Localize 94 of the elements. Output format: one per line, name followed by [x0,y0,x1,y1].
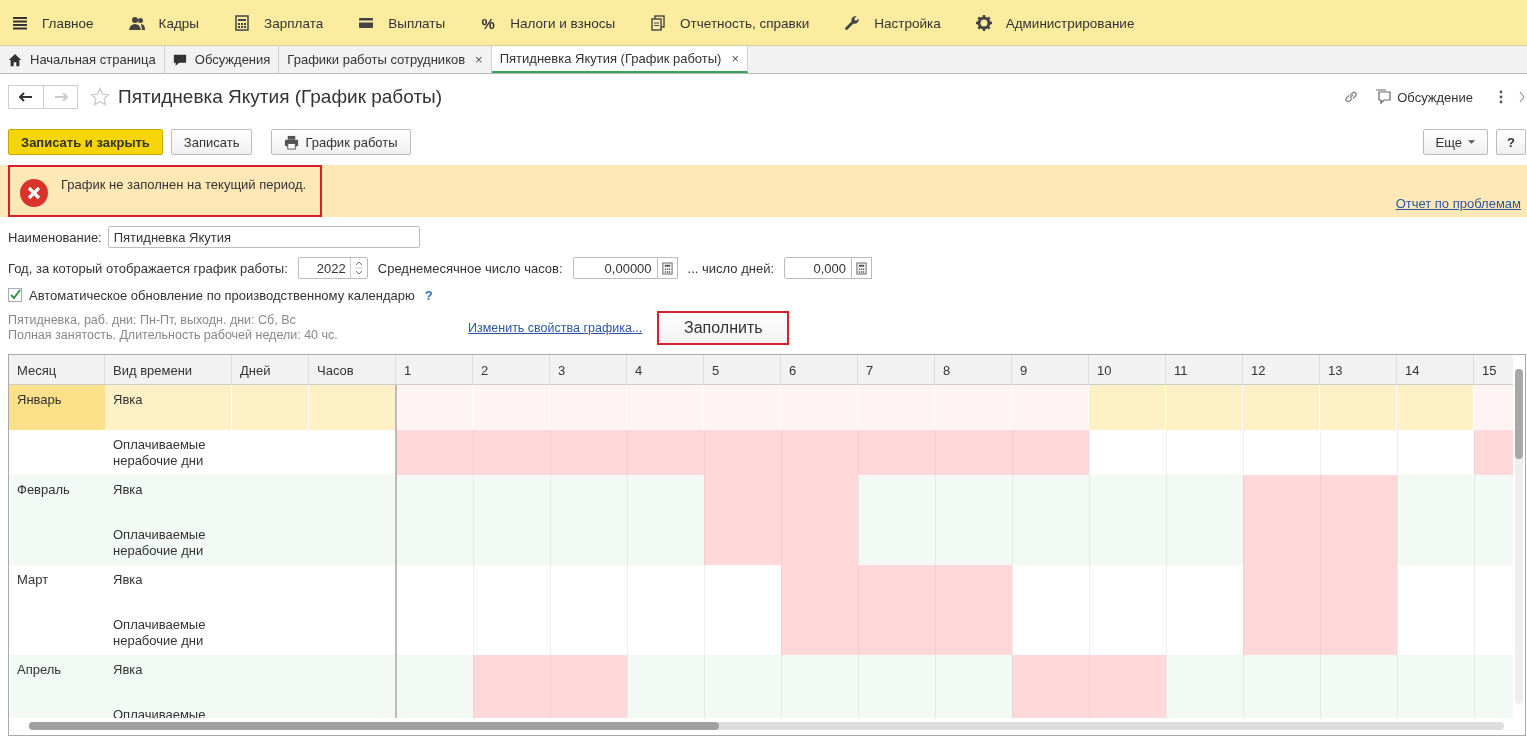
table-cell[interactable]: Март [9,565,105,610]
column-header[interactable]: 7 [858,355,935,385]
star-icon[interactable] [90,87,110,107]
menu-item[interactable]: Зарплата [234,15,324,31]
more-button[interactable]: Еще [1422,129,1488,155]
column-header[interactable]: 4 [627,355,704,385]
documents-icon [650,15,667,31]
table-cell[interactable]: Январь [9,385,105,430]
tab[interactable]: Графики работы сотрудников × [279,46,492,73]
menu-item[interactable]: Отчетность, справки [650,15,810,31]
chevron-right-icon[interactable] [1519,91,1525,103]
fill-button[interactable]: Заполнить [657,311,790,345]
table-cell-text: Оплачиваемые нерабочие дни [112,616,207,650]
hours-field[interactable]: 0,00000 [572,257,658,279]
more-icon[interactable] [1499,90,1503,104]
caret-icon [1468,140,1475,144]
toolbar-button[interactable]: График работы [271,129,411,155]
toolbar-button[interactable]: Записать [170,129,253,155]
column-header[interactable]: Часов [309,355,396,385]
calculator-button[interactable] [852,257,872,279]
table-cell-text: Явка [112,481,144,499]
menu-item[interactable]: Настройка [844,15,941,31]
left-arrow-icon [19,92,33,102]
back-button[interactable] [8,85,44,109]
tab[interactable]: Начальная страница [0,46,165,73]
column-header[interactable]: 12 [1243,355,1320,385]
report-link[interactable]: Отчет по проблемам [1395,196,1521,211]
column-header[interactable]: Вид времени [105,355,232,385]
column-header[interactable]: 10 [1089,355,1166,385]
column-header[interactable]: 13 [1320,355,1397,385]
menu-item[interactable]: % Налоги и взносы [480,14,616,32]
wrench-icon [844,15,861,31]
card-icon [358,15,375,31]
field-label: Среднемесячное число часов: [377,260,563,276]
field-label: Наименование: [8,229,102,245]
column-header[interactable]: 9 [1012,355,1089,385]
chat-icon [172,52,187,67]
schedule-description: Пятидневка, раб. дни: Пн-Пт, выходн. дни: Сб, Вс [8,313,296,328]
table-cell-text: Оплачиваемые нерабочие дни [112,526,207,560]
change-properties-link[interactable]: Изменить свойства графика... [468,321,643,335]
people-icon [128,15,145,31]
gear-icon [975,15,992,31]
horizontal-scrollbar[interactable] [29,722,1504,730]
column-header[interactable]: 1 [396,355,473,385]
table-cell: Явка [105,385,232,430]
column-header[interactable]: 5 [704,355,781,385]
column-header[interactable]: Дней [232,355,309,385]
column-header[interactable]: Месяц [9,355,105,385]
message-text: График не заполнен на текущий период. [61,177,307,192]
checkbox[interactable] [8,288,22,302]
home-icon [8,52,22,67]
chat-icon [1375,89,1392,105]
menu-item[interactable]: Главное [12,15,94,31]
menu-item[interactable]: Кадры [128,15,200,31]
table-cell-text: Явка [112,571,144,589]
column-header[interactable]: 15 [1474,355,1513,385]
vertical-scrollbar[interactable] [1515,369,1523,704]
link-icon[interactable] [1343,89,1360,105]
help-link[interactable]: ? [424,287,433,303]
year-field[interactable]: 2022 [297,257,368,279]
column-header[interactable]: 11 [1166,355,1243,385]
column-header[interactable]: 14 [1397,355,1474,385]
right-arrow-icon [53,92,68,102]
schedule-description: Полная занятость. Длительность рабочей недели: 40 чс. [8,328,338,343]
column-header[interactable]: 3 [550,355,627,385]
calculator-icon [661,261,673,275]
table-cell[interactable]: Февраль [9,475,105,520]
close-button[interactable]: × [731,51,740,66]
error-icon [19,178,49,208]
calculator-button[interactable] [657,257,678,279]
tab[interactable]: Обсуждения [164,46,280,73]
menu-item[interactable]: Выплаты [358,15,446,31]
discussion-button[interactable]: Обсуждение [1375,89,1473,105]
checkbox-label: Автоматическое обновление по производственному календарю [29,287,415,303]
name-field[interactable]: Пятидневка Якутия [107,226,420,248]
column-header[interactable]: 6 [781,355,858,385]
menu-icon [12,15,28,31]
toolbar-button[interactable]: Записать и закрыть [8,129,163,155]
table-cell-text: Оплачиваемые нерабочие дни [112,436,207,470]
calculator-icon [856,261,867,275]
calculator-icon [234,15,251,31]
table-cell-text: Явка [112,661,144,679]
column-header[interactable]: 2 [473,355,550,385]
field-label: ... число дней: [687,260,774,276]
days-field[interactable]: 0,000 [784,257,852,279]
tab[interactable]: Пятидневка Якутия (График работы) × [491,46,749,73]
close-button[interactable]: × [475,52,483,67]
help-button[interactable]: ? [1496,129,1526,155]
column-header[interactable]: 8 [935,355,1012,385]
menu-item[interactable]: Администрирование [975,15,1135,31]
printer-icon [284,134,300,150]
field-label: Год, за который отображается график работы: [8,260,288,276]
window-title: Пятидневка Якутия (График работы) [118,86,443,108]
table-cell[interactable]: Апрель [9,655,105,700]
